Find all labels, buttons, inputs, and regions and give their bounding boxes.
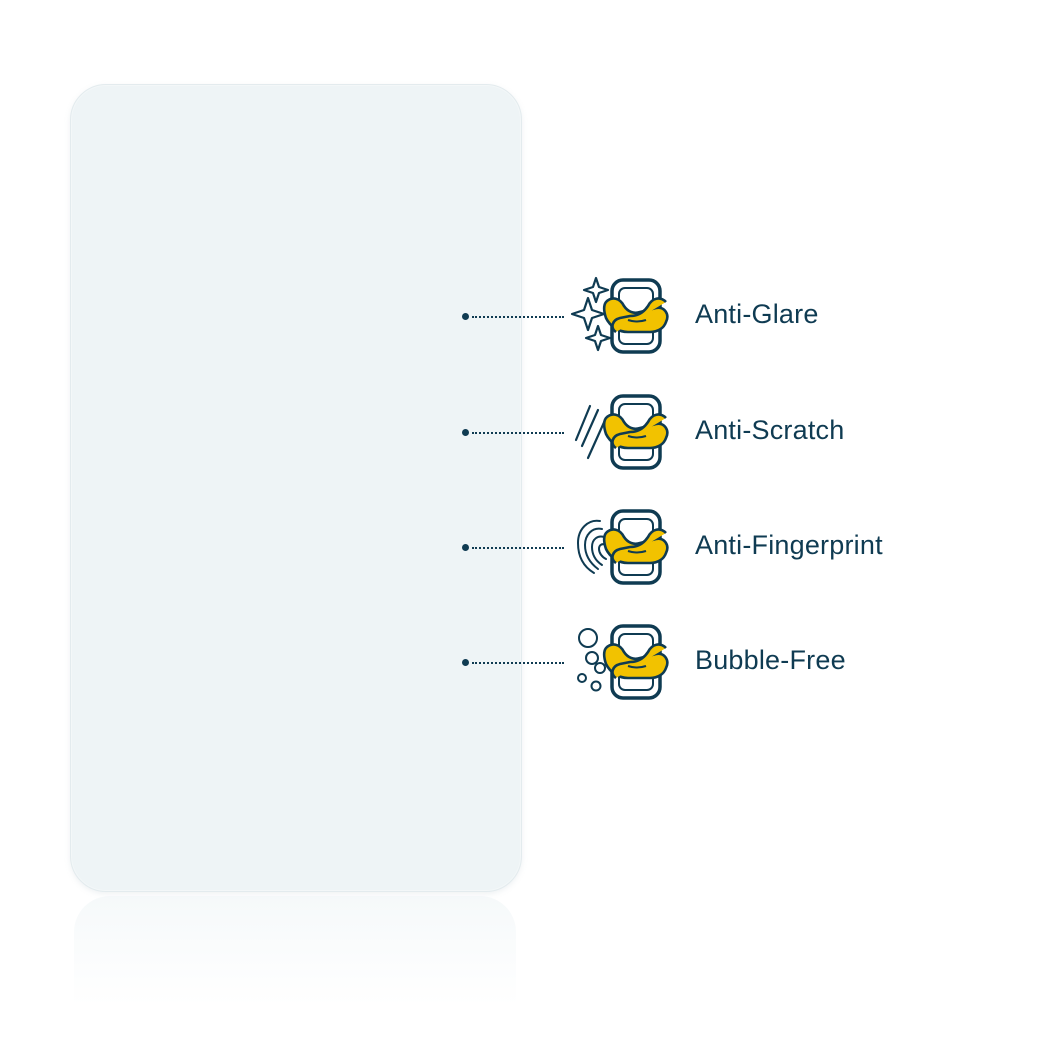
screen-protector-film [70, 84, 522, 892]
film-reflection [74, 896, 516, 1006]
scratch-lines-icon [574, 394, 669, 470]
leader-dot [462, 659, 469, 666]
product-feature-page: Anti-Glare Anti-Scratch Anti-Fingerprint… [0, 0, 1050, 1050]
feature-label: Anti-Scratch [695, 415, 845, 445]
feature-bubble-free: Bubble-Free [462, 622, 982, 702]
leader-dot [462, 544, 469, 551]
leader-line [472, 316, 564, 318]
feature-anti-fingerprint: Anti-Fingerprint [462, 507, 982, 587]
feature-anti-scratch: Anti-Scratch [462, 392, 982, 472]
anti-glare-icon [570, 276, 669, 354]
leader-dot [462, 429, 469, 436]
bubbles-icon [577, 624, 669, 700]
feature-label: Anti-Glare [695, 299, 819, 329]
feature-label: Anti-Fingerprint [695, 530, 883, 560]
leader-line [472, 547, 564, 549]
feature-anti-glare: Anti-Glare [462, 276, 982, 356]
leader-line [472, 432, 564, 434]
leader-line [472, 662, 564, 664]
leader-dot [462, 313, 469, 320]
feature-label: Bubble-Free [695, 645, 846, 675]
fingerprint-icon [576, 509, 669, 585]
